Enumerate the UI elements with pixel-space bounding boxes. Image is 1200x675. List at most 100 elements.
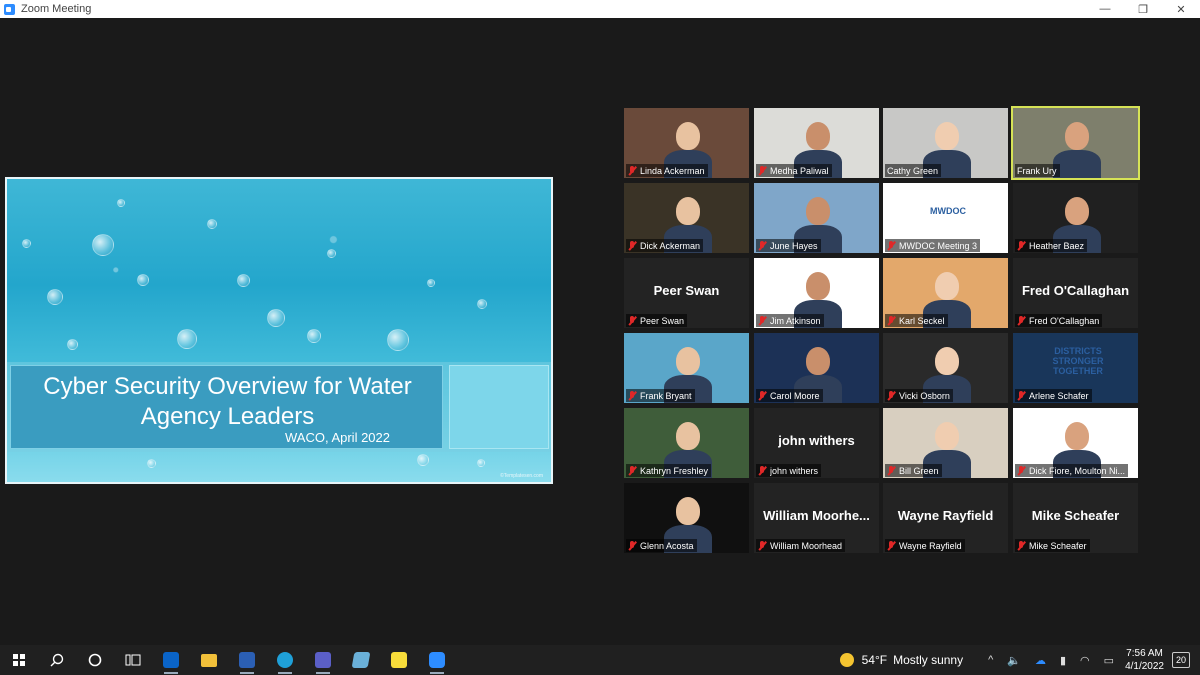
participant-name-label: john withers [756,464,822,477]
participant-tile[interactable]: Dick Ackerman [624,183,749,253]
participant-name-label: Karl Seckel [885,314,948,327]
volume-icon[interactable]: 🔈 [1007,654,1021,667]
word-icon[interactable] [228,645,266,675]
participant-name-label: Fred O'Callaghan [1015,314,1103,327]
start-button[interactable] [0,645,38,675]
participant-name-label: Kathryn Freshley [626,464,712,477]
participant-display-name: Mike Scheafer [1031,508,1120,523]
participant-tile[interactable]: Frank Bryant [624,333,749,403]
participant-tile[interactable]: Karl Seckel [883,258,1008,328]
person-silhouette [935,122,959,150]
participant-tile[interactable]: June Hayes [754,183,879,253]
participant-name: Vicki Osborn [899,390,950,401]
participant-tile[interactable]: Dick Fiore, Moulton Ni... [1013,408,1138,478]
weather-temp: 54°F [861,653,888,667]
clock[interactable]: 7:56 AM 4/1/2022 [1125,647,1164,673]
muted-mic-icon [887,540,895,551]
battery-icon[interactable]: ▭ [1104,654,1114,667]
participant-name-label: Jim Atkinson [756,314,824,327]
person-silhouette [935,272,959,300]
clock-date: 4/1/2022 [1125,661,1164,672]
participant-display-name: Peer Swan [653,283,720,298]
participant-tile[interactable]: William Moorhe... William Moorhead [754,483,879,553]
participant-tile[interactable]: Jim Atkinson [754,258,879,328]
muted-mic-icon [1017,465,1025,476]
person-silhouette [676,422,700,450]
participant-name-label: Frank Bryant [626,389,695,402]
participant-logo: MWDOC [930,206,966,216]
participant-name: Glenn Acosta [640,540,694,551]
participant-tile[interactable]: Frank Ury [1011,106,1140,180]
person-silhouette [806,197,830,225]
participant-tile[interactable]: Bill Green [883,408,1008,478]
person-silhouette [806,347,830,375]
onedrive-icon[interactable]: ☁ [1035,654,1046,667]
maximize-button[interactable]: ❐ [1124,0,1162,18]
participant-name: Fred O'Callaghan [1029,315,1100,326]
participant-name: Dick Fiore, Moulton Ni... [1029,465,1126,476]
participant-tile[interactable]: Fred O'Callaghan Fred O'Callaghan [1013,258,1138,328]
notepad-icon[interactable] [342,645,380,675]
participant-name: June Hayes [770,240,818,251]
participant-tile[interactable]: DISTRICTS STRONGER TOGETHER Arlene Schafe… [1013,333,1138,403]
muted-mic-icon [758,465,766,476]
shared-screen: Cyber Security Overview for Water Agency… [5,177,553,484]
participant-name-label: Cathy Green [885,164,942,177]
participant-name: Heather Baez [1029,240,1085,251]
minimize-button[interactable]: — [1086,0,1124,18]
participant-tile[interactable]: Cathy Green [883,108,1008,178]
muted-mic-icon [628,540,636,551]
participant-name: john withers [770,465,819,476]
person-silhouette [806,122,830,150]
zoom-app-icon [4,3,15,15]
participant-tile[interactable]: Carol Moore [754,333,879,403]
task-view-icon[interactable] [114,645,152,675]
teams-icon[interactable] [304,645,342,675]
participant-name-label: William Moorhead [756,539,846,552]
participant-name: Kathryn Freshley [640,465,709,476]
muted-mic-icon [887,390,895,401]
wifi-icon[interactable]: ◠ [1080,654,1090,667]
participant-tile[interactable]: john withers john withers [754,408,879,478]
outlook-icon[interactable] [152,645,190,675]
microphone-icon[interactable]: ▮ [1060,654,1066,667]
participant-tile[interactable]: Vicki Osborn [883,333,1008,403]
participant-tile[interactable]: MWDOC MWDOC Meeting 3 [883,183,1008,253]
participant-name: Frank Bryant [640,390,692,401]
participant-name-label: Dick Ackerman [626,239,704,252]
participant-tile[interactable]: Peer Swan Peer Swan [624,258,749,328]
zoom-icon[interactable] [418,645,456,675]
file-explorer-icon[interactable] [190,645,228,675]
weather-widget[interactable]: 54°F Mostly sunny [839,653,963,667]
muted-mic-icon [1017,240,1025,251]
muted-mic-icon [628,315,636,326]
chevron-up-icon[interactable]: ^ [988,654,993,666]
sticky-notes-icon[interactable] [380,645,418,675]
windows-taskbar: 54°F Mostly sunny ^ 🔈 ☁ ▮ ◠ ▭ 7:56 AM 4/… [0,645,1200,675]
close-button[interactable]: ✕ [1162,0,1200,18]
participant-name: Carol Moore [770,390,820,401]
participant-tile[interactable]: Wayne Rayfield Wayne Rayfield [883,483,1008,553]
participant-tile[interactable]: Kathryn Freshley [624,408,749,478]
cortana-icon[interactable] [76,645,114,675]
sun-icon [839,653,854,667]
participant-tile[interactable]: Mike Scheafer Mike Scheafer [1013,483,1138,553]
window-title: Zoom Meeting [21,3,92,15]
participant-name-label: Peer Swan [626,314,688,327]
edge-icon[interactable] [266,645,304,675]
participant-tile[interactable]: Heather Baez [1013,183,1138,253]
participant-name-label: MWDOC Meeting 3 [885,239,981,252]
muted-mic-icon [887,315,895,326]
person-silhouette [1065,197,1089,225]
search-icon[interactable] [38,645,76,675]
meeting-area: Cyber Security Overview for Water Agency… [0,18,1200,645]
participant-tile[interactable]: Glenn Acosta [624,483,749,553]
person-silhouette [935,347,959,375]
person-silhouette [1065,122,1089,150]
participant-name-label: Arlene Schafer [1015,389,1092,402]
participant-tile[interactable]: Linda Ackerman [624,108,749,178]
participant-name-label: Heather Baez [1015,239,1088,252]
notification-center-icon[interactable]: 20 [1172,652,1190,668]
participant-tile[interactable]: Medha Paliwal [754,108,879,178]
person-silhouette [806,272,830,300]
